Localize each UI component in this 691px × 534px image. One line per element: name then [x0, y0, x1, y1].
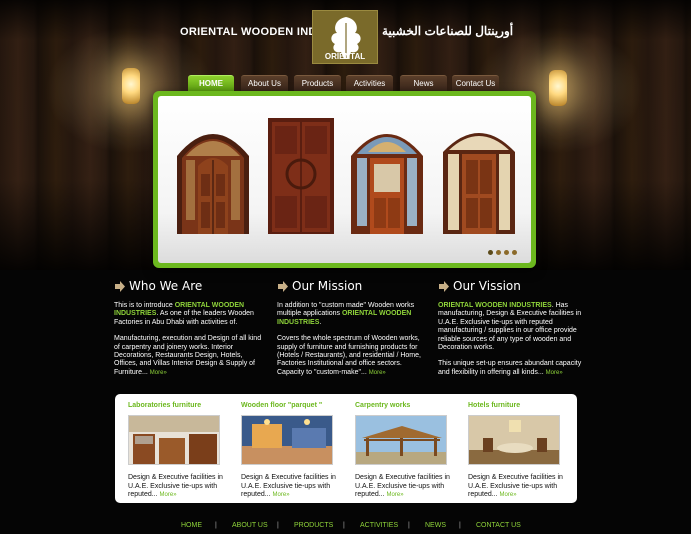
footer-nav: HOME | ABOUT US | PRODUCTS | ACTIVITIES … [0, 522, 691, 532]
who-we-are-heading: Who We Are [114, 279, 264, 294]
vision-more-link[interactable]: More» [546, 370, 563, 376]
nav-contact-us[interactable]: Contact Us [452, 75, 499, 91]
footer-link-news[interactable]: NEWS [425, 522, 446, 529]
product-description: Design & Executive facilities in U.A.E. … [468, 474, 563, 500]
our-vision-section: Our Vission ORIENTAL WOODEN INDUSTRIES. … [438, 279, 588, 385]
nav-news[interactable]: News [400, 75, 447, 91]
hero-slider [153, 91, 536, 268]
product-card-carpentry[interactable]: Carpentry works Design & Executive facil… [355, 402, 450, 500]
slider-pager [488, 250, 517, 255]
footer-link-home[interactable]: HOME [181, 522, 202, 529]
footer-link-products[interactable]: PRODUCTS [294, 522, 333, 529]
who-we-are-body: Manufacturing, execution and Design of a… [114, 335, 264, 377]
wall-lamp-left-icon [122, 68, 140, 104]
footer-link-activities[interactable]: ACTIVITIES [360, 522, 398, 529]
who-more-link[interactable]: More» [150, 370, 167, 376]
nav-home[interactable]: HOME [188, 75, 234, 91]
our-mission-intro: In addition to "custom made" Wooden work… [277, 302, 427, 327]
vision-text-c: . Has manufacturing, Design & Executive … [438, 302, 582, 352]
product-more-link[interactable]: More» [273, 492, 290, 498]
footer-separator: | [459, 522, 461, 529]
product-title[interactable]: Laboratories furniture [128, 402, 223, 412]
who-we-are-intro: This is to introduce ORIENTAL WOODEN IND… [114, 302, 264, 327]
footer-link-contact-us[interactable]: CONTACT US [476, 522, 521, 529]
footer-link-about-us[interactable]: ABOUT US [232, 522, 268, 529]
product-title[interactable]: Carpentry works [355, 402, 450, 412]
nav-activities[interactable]: Activities [346, 75, 393, 91]
featured-products-panel: Laboratories furniture Design & Executiv… [115, 394, 577, 503]
slider-dot-3[interactable] [504, 250, 509, 255]
stained-glass-door-image [351, 134, 423, 234]
mission-more-link[interactable]: More» [369, 370, 386, 376]
product-more-link[interactable]: More» [160, 492, 177, 498]
who-we-are-title: Who We Are [129, 279, 203, 294]
our-mission-title: Our Mission [292, 279, 363, 294]
product-card-hotels[interactable]: Hotels furniture Design & Executive faci… [468, 402, 563, 500]
slider-dot-2[interactable] [496, 250, 501, 255]
nav-products[interactable]: Products [294, 75, 341, 91]
wooden-floor-image[interactable] [241, 415, 334, 466]
mission-text-c: . [319, 318, 322, 326]
product-more-link[interactable]: More» [387, 492, 404, 498]
our-mission-section: Our Mission In addition to "custom made"… [277, 279, 427, 385]
our-mission-heading: Our Mission [277, 279, 427, 294]
logo-wordmark: ORIENTAL [324, 52, 366, 61]
footer-separator: | [343, 522, 345, 529]
arched-wooden-door-image [177, 134, 249, 234]
arrow-right-icon [115, 281, 125, 292]
laboratory-furniture-image[interactable] [128, 415, 221, 466]
arrow-right-icon [439, 281, 449, 292]
double-wooden-door-image [268, 118, 334, 234]
product-description: Design & Executive facilities in U.A.E. … [355, 474, 450, 500]
our-vision-title: Our Vission [453, 279, 521, 294]
our-vision-intro: ORIENTAL WOODEN INDUSTRIES. Has manufact… [438, 302, 588, 352]
product-description: Design & Executive facilities in U.A.E. … [128, 474, 223, 500]
mission-text-body: Covers the whole spectrum of Wooden work… [277, 335, 421, 376]
who-text-body: Manufacturing, execution and Design of a… [114, 335, 262, 376]
product-card-wooden-floor[interactable]: Wooden floor "parquet " Design & Executi… [241, 402, 336, 500]
arched-glass-door-image [443, 133, 515, 234]
who-we-are-section: Who We Are This is to introduce ORIENTAL… [114, 279, 264, 385]
slider-frame [158, 96, 531, 263]
footer-separator: | [277, 522, 279, 529]
arrow-right-icon [278, 281, 288, 292]
product-title[interactable]: Wooden floor "parquet " [241, 402, 336, 412]
nav-about-us[interactable]: About Us [241, 75, 288, 91]
our-mission-body: Covers the whole spectrum of Wooden work… [277, 335, 427, 377]
company-logo[interactable]: ORIENTAL [312, 10, 378, 64]
wall-lamp-right-icon [549, 70, 567, 106]
product-description: Design & Executive facilities in U.A.E. … [241, 474, 336, 500]
footer-separator: | [215, 522, 217, 529]
slider-dot-4[interactable] [512, 250, 517, 255]
hotels-furniture-image[interactable] [468, 415, 561, 466]
our-vision-body: This unique set-up ensures abundant capa… [438, 360, 588, 377]
footer-separator: | [408, 522, 410, 529]
product-title[interactable]: Hotels furniture [468, 402, 563, 412]
brand-name-arabic: أورينتال للصناعات الخشبية [382, 24, 514, 38]
our-vision-heading: Our Vission [438, 279, 588, 294]
product-more-link[interactable]: More» [500, 492, 517, 498]
who-text-a: This is to introduce [114, 302, 175, 309]
vision-company-name: ORIENTAL WOODEN INDUSTRIES [438, 302, 552, 309]
slider-dot-1[interactable] [488, 250, 493, 255]
product-card-laboratories[interactable]: Laboratories furniture Design & Executiv… [128, 402, 223, 500]
carpentry-works-image[interactable] [355, 415, 448, 466]
